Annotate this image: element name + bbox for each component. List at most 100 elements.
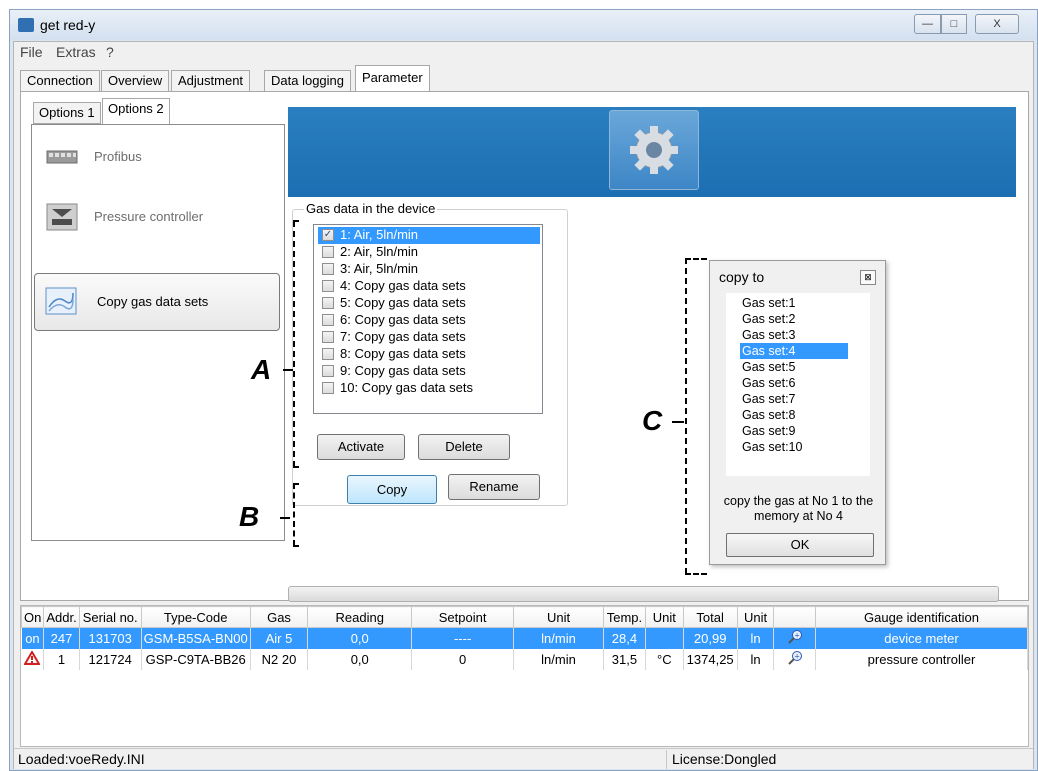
option-label: Profibus bbox=[94, 149, 142, 164]
gas-item[interactable]: 6: Copy gas data sets bbox=[318, 312, 540, 329]
delete-button[interactable]: Delete bbox=[418, 434, 510, 460]
annotation-tick bbox=[293, 466, 299, 468]
checkbox[interactable] bbox=[322, 314, 334, 326]
menu-file[interactable]: File bbox=[20, 44, 43, 60]
option-label: Copy gas data sets bbox=[97, 294, 209, 309]
table-row[interactable]: on 247 131703 GSM-B5SA-BN00 Air 5 0,0 --… bbox=[21, 627, 1029, 649]
checkbox[interactable]: ✓ bbox=[322, 229, 334, 241]
column-header[interactable]: Setpoint bbox=[411, 606, 515, 628]
minimize-button[interactable]: — bbox=[914, 14, 941, 34]
column-header[interactable]: Gauge identification bbox=[814, 606, 1029, 628]
gas-set-item[interactable]: Gas set:8 bbox=[740, 407, 848, 423]
table-cell: 131703 bbox=[79, 627, 142, 649]
annotation-tick bbox=[293, 545, 299, 547]
gas-set-item[interactable]: Gas set:10 bbox=[740, 439, 848, 455]
warning-icon bbox=[21, 648, 45, 670]
close-button[interactable]: X bbox=[975, 14, 1019, 34]
column-header[interactable]: On bbox=[20, 606, 45, 628]
close-icon[interactable]: ⊠ bbox=[860, 270, 876, 285]
progress-bar bbox=[288, 586, 999, 602]
gas-set-item[interactable]: Gas set:7 bbox=[740, 391, 848, 407]
checkbox[interactable] bbox=[322, 365, 334, 377]
menu-bar: File Extras ? bbox=[14, 42, 1033, 62]
column-header[interactable]: Type-Code bbox=[140, 606, 251, 628]
gas-set-item[interactable]: Gas set:2 bbox=[740, 311, 848, 327]
checkbox[interactable] bbox=[322, 297, 334, 309]
gas-item[interactable]: 7: Copy gas data sets bbox=[318, 329, 540, 346]
checkbox[interactable] bbox=[322, 382, 334, 394]
gas-data-list[interactable]: ✓ 1: Air, 5ln/min 2: Air, 5ln/min 3: Air,… bbox=[313, 224, 543, 414]
gas-item[interactable]: 5: Copy gas data sets bbox=[318, 295, 540, 312]
column-header[interactable] bbox=[773, 606, 816, 628]
gas-item[interactable]: 3: Air, 5ln/min bbox=[318, 261, 540, 278]
tab-adjustment[interactable]: Adjustment bbox=[171, 70, 251, 92]
checkbox[interactable] bbox=[322, 348, 334, 360]
gas-set-list[interactable]: Gas set:1 Gas set:2 Gas set:3 Gas set:4 … bbox=[726, 293, 870, 476]
gas-set-item[interactable]: Gas set:9 bbox=[740, 423, 848, 439]
tab-connection[interactable]: Connection bbox=[20, 70, 100, 92]
column-header[interactable]: Temp. bbox=[602, 606, 646, 628]
app-window: get red-y — □ X File Extras ? Connection… bbox=[9, 9, 1038, 771]
annotation-tick bbox=[280, 517, 290, 519]
column-header[interactable]: Gas bbox=[249, 606, 309, 628]
checkbox[interactable] bbox=[322, 246, 334, 258]
zoom-icon[interactable]: + bbox=[773, 627, 816, 649]
gas-set-item[interactable]: Gas set:4 bbox=[740, 343, 848, 359]
profibus-icon bbox=[46, 150, 78, 164]
tab-parameter[interactable]: Parameter bbox=[355, 65, 430, 92]
gas-set-item[interactable]: Gas set:3 bbox=[740, 327, 848, 343]
menu-help[interactable]: ? bbox=[106, 44, 114, 60]
column-header[interactable]: Addr. bbox=[43, 606, 80, 628]
checkbox[interactable] bbox=[322, 280, 334, 292]
table-cell: 1 bbox=[43, 648, 80, 670]
gas-set-item[interactable]: Gas set:6 bbox=[740, 375, 848, 391]
tab-overview[interactable]: Overview bbox=[101, 70, 170, 92]
column-header[interactable]: Unit bbox=[736, 606, 775, 628]
column-header[interactable]: Reading bbox=[307, 606, 413, 628]
annotation-tick bbox=[293, 220, 299, 222]
table-cell bbox=[645, 627, 684, 649]
gauge-table: On Addr. Serial no. Type-Code Gas Readin… bbox=[20, 605, 1029, 747]
column-header[interactable]: Unit bbox=[644, 606, 684, 628]
maximize-button[interactable]: □ bbox=[941, 14, 967, 34]
ok-button[interactable]: OK bbox=[726, 533, 874, 557]
table-cell: ln bbox=[737, 648, 775, 670]
checkbox[interactable] bbox=[322, 331, 334, 343]
activate-button[interactable]: Activate bbox=[317, 434, 405, 460]
tab-data-logging[interactable]: Data logging bbox=[264, 70, 351, 92]
gear-icon bbox=[609, 110, 699, 190]
copy-gas-data-icon bbox=[45, 287, 77, 315]
gas-item[interactable]: 4: Copy gas data sets bbox=[318, 278, 540, 295]
option-copy-gas-data-sets[interactable]: Copy gas data sets bbox=[34, 273, 280, 331]
gas-data-group: Gas data in the device ✓ 1: Air, 5ln/min … bbox=[292, 201, 568, 506]
gas-item[interactable]: 2: Air, 5ln/min bbox=[318, 244, 540, 261]
menu-extras[interactable]: Extras bbox=[56, 44, 96, 60]
table-cell: on bbox=[21, 627, 45, 649]
copy-button[interactable]: Copy bbox=[347, 475, 437, 504]
gas-item[interactable]: 10: Copy gas data sets bbox=[318, 380, 540, 397]
table-cell: 121724 bbox=[79, 648, 142, 670]
title-bar: get red-y — □ X bbox=[10, 10, 1037, 40]
column-header[interactable]: Serial no. bbox=[78, 606, 142, 628]
window-title: get red-y bbox=[40, 17, 96, 33]
gas-item[interactable]: 9: Copy gas data sets bbox=[318, 363, 540, 380]
table-cell: GSP-C9TA-BB26 bbox=[141, 648, 251, 670]
zoom-icon[interactable]: + bbox=[773, 648, 816, 670]
tab-options-1[interactable]: Options 1 bbox=[33, 102, 101, 124]
table-cell: ---- bbox=[411, 627, 515, 649]
table-row[interactable]: 1 121724 GSP-C9TA-BB26 N2 20 0,0 0 ln/mi… bbox=[21, 648, 1029, 670]
column-header[interactable]: Total bbox=[682, 606, 738, 628]
gas-item[interactable]: 8: Copy gas data sets bbox=[318, 346, 540, 363]
table-cell: Air 5 bbox=[250, 627, 309, 649]
table-cell: 0,0 bbox=[307, 627, 413, 649]
option-profibus[interactable]: Profibus bbox=[38, 131, 278, 183]
option-pressure-controller[interactable]: Pressure controller bbox=[38, 191, 278, 243]
gas-set-item[interactable]: Gas set:5 bbox=[740, 359, 848, 375]
checkbox[interactable] bbox=[322, 263, 334, 275]
tab-options-2[interactable]: Options 2 bbox=[102, 98, 170, 125]
dialog-title: copy to bbox=[719, 269, 765, 285]
column-header[interactable]: Unit bbox=[513, 606, 604, 628]
gas-set-item[interactable]: Gas set:1 bbox=[740, 295, 848, 311]
gas-item[interactable]: ✓ 1: Air, 5ln/min bbox=[318, 227, 540, 244]
rename-button[interactable]: Rename bbox=[448, 474, 540, 500]
